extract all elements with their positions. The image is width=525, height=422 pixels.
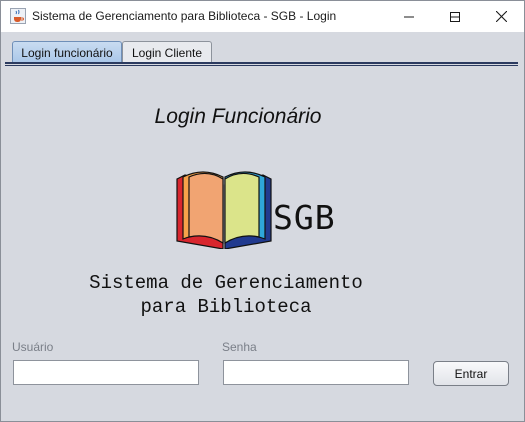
login-window: Sistema de Gerenciamento para Biblioteca… — [0, 0, 525, 422]
tab-divider — [5, 62, 518, 64]
password-input[interactable] — [223, 360, 409, 385]
close-icon — [495, 11, 507, 22]
maximize-icon — [450, 11, 460, 22]
minimize-control[interactable] — [386, 1, 432, 32]
user-label: Usuário — [12, 340, 54, 354]
minimize-icon — [404, 16, 414, 17]
tab-login-cliente[interactable]: Login Cliente — [122, 41, 212, 63]
user-input[interactable] — [13, 360, 199, 385]
tab-login-funcionario[interactable]: Login funcionário — [12, 41, 122, 63]
password-label: Senha — [222, 340, 257, 354]
tab-divider-secondary — [5, 65, 518, 66]
open-book-logo-icon — [176, 171, 272, 249]
close-control[interactable] — [478, 1, 524, 32]
system-name: Sistema de Gerenciamento para Biblioteca — [89, 272, 363, 318]
logo-text: SGB — [273, 198, 336, 237]
java-cup-icon — [10, 8, 26, 24]
page-title: Login Funcionário — [154, 105, 322, 128]
maximize-control[interactable] — [432, 1, 478, 32]
window-title: Sistema de Gerenciamento para Biblioteca… — [32, 9, 337, 23]
submit-button[interactable]: Entrar — [433, 361, 509, 386]
